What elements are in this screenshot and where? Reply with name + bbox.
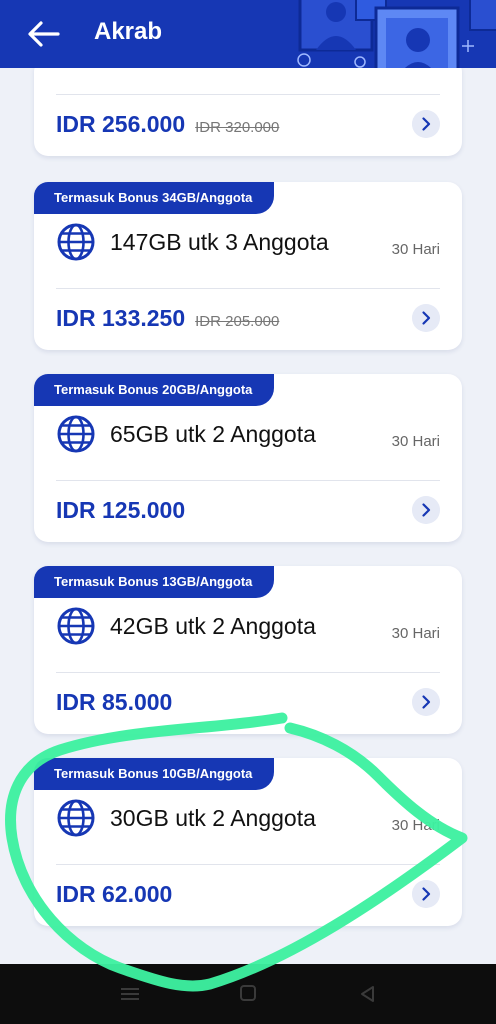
price: IDR 85.000 xyxy=(56,689,173,715)
divider xyxy=(56,864,440,865)
price: IDR 125.000 xyxy=(56,497,186,523)
package-name: 65GB utk 2 Anggota xyxy=(110,421,316,447)
divider xyxy=(56,94,440,95)
arrow-left-icon[interactable] xyxy=(26,18,62,50)
old-price: IDR 320.000 xyxy=(195,119,280,136)
price: IDR 133.250 xyxy=(56,305,186,331)
chevron-right-icon[interactable] xyxy=(412,688,440,716)
package-name: 30GB utk 2 Anggota xyxy=(110,805,316,831)
package-card[interactable]: Termasuk Bonus 13GB/Anggota 42GB utk 2 A… xyxy=(34,566,462,734)
price-row: IDR 125.000 xyxy=(56,490,440,530)
globe-icon xyxy=(57,799,95,837)
system-nav-bar xyxy=(0,964,496,1024)
bonus-badge: Termasuk Bonus 10GB/Anggota xyxy=(34,758,275,790)
old-price: IDR 205.000 xyxy=(195,313,280,330)
divider xyxy=(56,480,440,481)
divider xyxy=(56,288,440,289)
header-illustration xyxy=(297,0,496,68)
chevron-right-icon[interactable] xyxy=(412,304,440,332)
price-row: IDR 85.000 xyxy=(56,682,440,722)
bonus-badge: Termasuk Bonus 13GB/Anggota xyxy=(34,566,275,598)
duration: 30 Hari xyxy=(391,241,440,258)
package-card[interactable]: Termasuk Bonus 10GB/Anggota 30GB utk 2 A… xyxy=(34,758,462,926)
package-card[interactable]: Termasuk Bonus 34GB/Anggota 147GB utk 3 … xyxy=(34,182,462,350)
chevron-right-icon[interactable] xyxy=(412,880,440,908)
price-row: IDR 62.000 xyxy=(56,874,440,914)
package-list: IDR 256.000 IDR 320.000 Termasuk Bonus 34… xyxy=(0,68,496,964)
price: IDR 256.000 xyxy=(56,111,186,137)
app-bar: Akrab xyxy=(0,0,496,68)
price-row: IDR 133.250 IDR 205.000 xyxy=(56,298,440,338)
globe-icon xyxy=(57,607,95,645)
globe-icon xyxy=(57,223,95,261)
divider xyxy=(56,672,440,673)
back-triangle-icon[interactable] xyxy=(356,984,380,1004)
bonus-badge: Termasuk Bonus 20GB/Anggota xyxy=(34,374,275,406)
duration: 30 Hari xyxy=(391,817,440,834)
chevron-right-icon[interactable] xyxy=(412,496,440,524)
chevron-right-icon[interactable] xyxy=(412,110,440,138)
price: IDR 62.000 xyxy=(56,881,173,907)
price-row: IDR 256.000 IDR 320.000 xyxy=(56,104,440,144)
duration: 30 Hari xyxy=(391,433,440,450)
home-square-icon[interactable] xyxy=(236,984,260,1004)
menu-icon[interactable] xyxy=(118,984,142,1004)
globe-icon xyxy=(57,415,95,453)
bonus-badge: Termasuk Bonus 34GB/Anggota xyxy=(34,182,275,214)
page-title: Akrab xyxy=(94,18,163,45)
package-name: 147GB utk 3 Anggota xyxy=(110,229,329,255)
package-name: 42GB utk 2 Anggota xyxy=(110,613,316,639)
package-card[interactable]: IDR 256.000 IDR 320.000 xyxy=(34,68,462,156)
package-card[interactable]: Termasuk Bonus 20GB/Anggota 65GB utk 2 A… xyxy=(34,374,462,542)
duration: 30 Hari xyxy=(391,625,440,642)
